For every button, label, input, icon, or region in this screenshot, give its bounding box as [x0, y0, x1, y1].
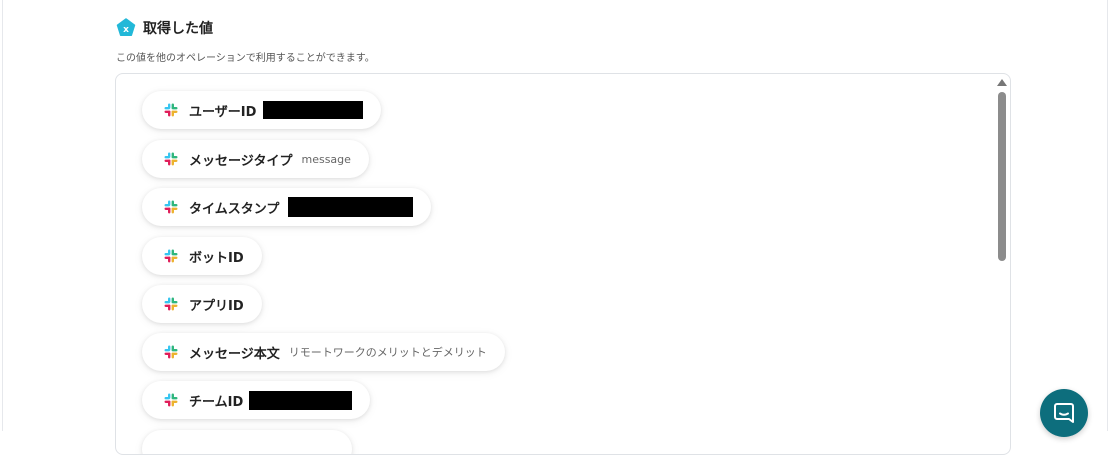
field-value: リモートワークのメリットとデメリット [288, 346, 487, 359]
field-label: ボットID [189, 250, 244, 266]
field-label: アプリID [189, 298, 244, 314]
field-label: チームID [189, 394, 244, 410]
field-chip-timestamp[interactable]: タイムスタンプ [142, 188, 432, 226]
redacted-value [263, 101, 364, 119]
scroll-thumb[interactable] [998, 92, 1006, 261]
field-chip-partial[interactable] [142, 430, 352, 454]
slack-icon [164, 393, 178, 407]
slack-icon [164, 103, 178, 117]
variable-badge-icon: x [116, 18, 136, 37]
values-panel: ユーザーID メッセージタイプ message タイムスタンプ ボットID アプ… [115, 73, 1011, 455]
field-chip-message-body[interactable]: メッセージ本文 リモートワークのメリットとデメリット [142, 333, 505, 371]
slack-icon [164, 200, 178, 214]
field-chip-app-id[interactable]: アプリID [142, 285, 262, 323]
section-header: x 取得した値 [116, 18, 213, 38]
field-label: ユーザーID [189, 104, 257, 120]
redacted-value [288, 197, 414, 217]
left-border [2, 0, 3, 431]
field-chip-team-id[interactable]: チームID [142, 381, 371, 419]
section-description: この値を他のオペレーションで利用することができます。 [116, 53, 375, 64]
chat-support-button[interactable] [1040, 389, 1088, 437]
field-chip-user-id[interactable]: ユーザーID [142, 91, 382, 129]
field-label: タイムスタンプ [189, 201, 280, 217]
svg-text:x: x [123, 25, 129, 35]
redacted-value [249, 390, 353, 410]
scroll-up-arrow-icon[interactable] [997, 79, 1007, 86]
field-value: message [301, 152, 351, 166]
slack-icon [164, 345, 178, 359]
field-chip-message-type[interactable]: メッセージタイプ message [142, 140, 369, 178]
slack-icon [164, 249, 178, 263]
slack-icon [164, 152, 178, 166]
section-title: 取得した値 [143, 21, 213, 37]
slack-icon [164, 297, 178, 311]
field-label: メッセージ本文 [189, 346, 280, 362]
field-chip-bot-id[interactable]: ボットID [142, 237, 262, 275]
panel-scrollbar[interactable] [996, 77, 1008, 431]
field-label: メッセージタイプ [189, 153, 293, 169]
chat-icon [1054, 403, 1074, 423]
right-border [1107, 0, 1108, 431]
